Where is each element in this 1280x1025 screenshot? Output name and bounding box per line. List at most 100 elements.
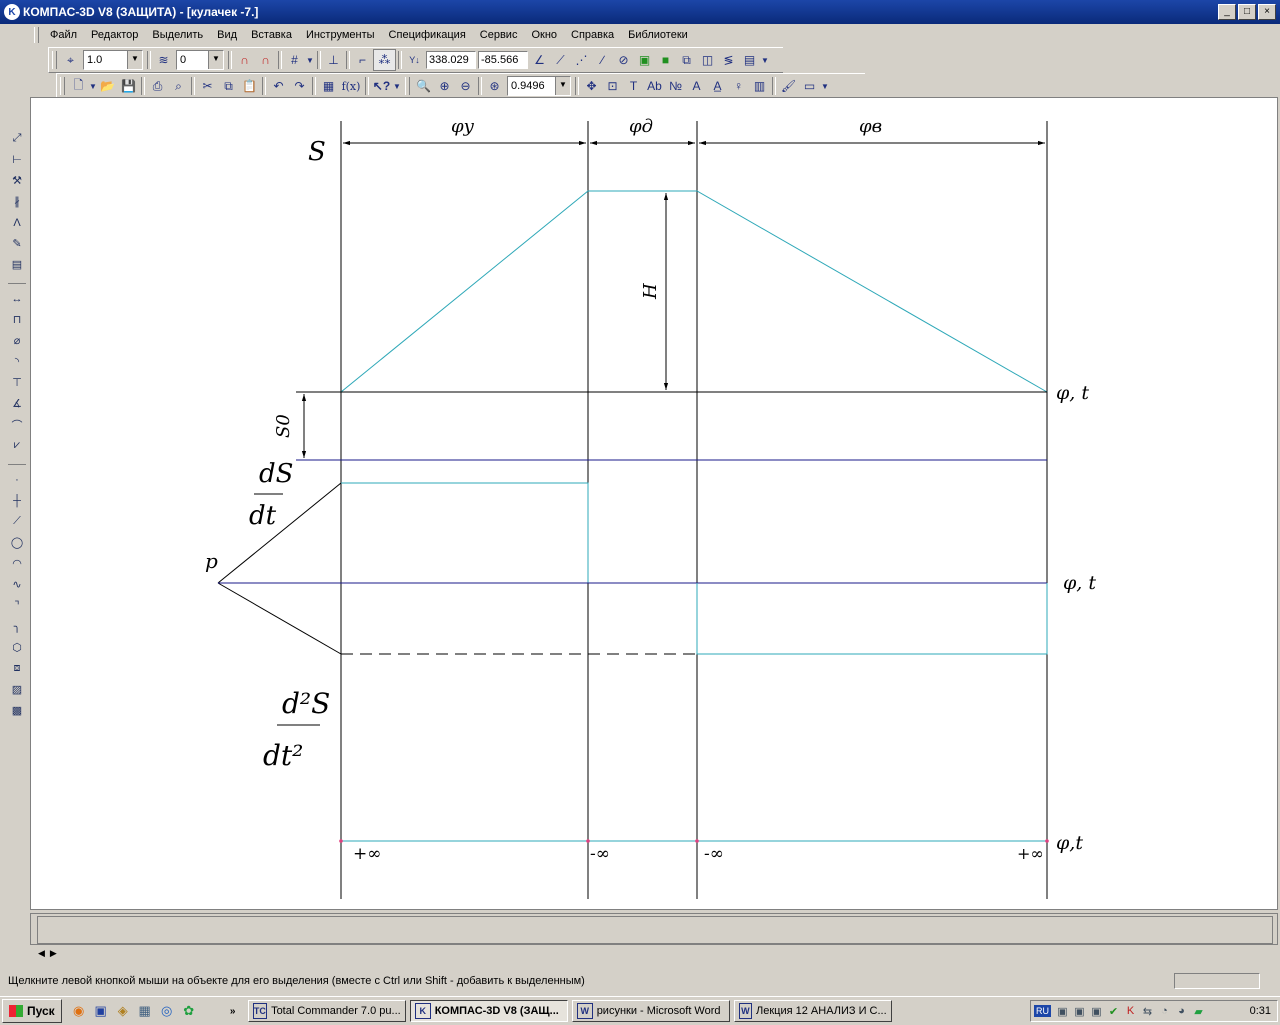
segment-icon[interactable]: ∕	[592, 50, 613, 70]
kompas-app-icon[interactable]: K	[4, 4, 20, 20]
zoom-frame-icon[interactable]: ◫	[697, 50, 718, 70]
point-icon[interactable]: ·	[7, 469, 27, 490]
spline-icon[interactable]: ∿	[7, 574, 27, 595]
tray-app-icon[interactable]: ◕	[1173, 1005, 1190, 1017]
antivirus-icon[interactable]: K	[1122, 1005, 1139, 1017]
tray-check-icon[interactable]: ✔	[1105, 1005, 1122, 1018]
menu-service[interactable]: Сервис	[473, 26, 525, 44]
radius-dim-icon[interactable]: ◝	[7, 351, 27, 372]
text-icon[interactable]: T	[623, 76, 644, 96]
zoom-out-icon[interactable]: ⊖	[455, 76, 476, 96]
font-icon[interactable]: A	[686, 76, 707, 96]
ortho-icon[interactable]: ⌐	[352, 50, 373, 70]
task-word-figures[interactable]: W рисунки - Microsoft Word	[571, 1000, 730, 1022]
start-button[interactable]: Пуск	[2, 999, 62, 1023]
manager-icon[interactable]: ▦	[318, 76, 339, 96]
dimensions-icon[interactable]: ⊢	[7, 149, 27, 170]
coord-y-field[interactable]: -85.566	[478, 51, 528, 69]
hatch-icon[interactable]: ≶	[718, 50, 739, 70]
dotted-line-icon[interactable]: ⋰	[571, 50, 592, 70]
underline-icon[interactable]: A̲	[707, 76, 728, 96]
spec-icon[interactable]: ▤	[7, 254, 27, 275]
toolbar-grip[interactable]	[60, 77, 65, 95]
node-point[interactable]	[339, 839, 343, 843]
tray-app-icon[interactable]: ▣	[1054, 1005, 1071, 1018]
toolbar-grip[interactable]	[52, 51, 57, 69]
line-icon[interactable]: ⟋	[550, 50, 571, 70]
zoom-scale-icon[interactable]: ⊛	[484, 76, 505, 96]
local-snap-icon[interactable]: ∩	[255, 50, 276, 70]
arc-icon[interactable]: ◠	[7, 553, 27, 574]
chamfer-icon[interactable]: ⌝	[7, 595, 27, 616]
language-indicator[interactable]: RU	[1034, 1005, 1051, 1017]
show-all-icon[interactable]: ⊡	[602, 76, 623, 96]
undo-icon[interactable]: ↶	[268, 76, 289, 96]
display-icon[interactable]: ▭	[799, 76, 820, 96]
hatch-icon[interactable]: ▨	[7, 679, 27, 700]
firefox-icon[interactable]: ◉	[68, 1000, 90, 1022]
select-all-icon[interactable]: ■	[655, 50, 676, 70]
paste-icon[interactable]: 📋	[239, 76, 260, 96]
edit-icon[interactable]: ✎	[7, 233, 27, 254]
drawing-svg[interactable]: S φу φд φв H S0 φ, t φ, t φ,t dS dt p d²…	[31, 98, 1277, 909]
brush-icon[interactable]: 🖌	[778, 76, 799, 96]
copy-icon[interactable]: ⧉	[218, 76, 239, 96]
table-icon[interactable]: ▥	[749, 76, 770, 96]
grid-icon[interactable]: #	[284, 50, 305, 70]
toolbar-grip[interactable]	[405, 77, 410, 95]
menu-window[interactable]: Окно	[524, 26, 564, 44]
help-pointer-icon[interactable]: ↖?	[371, 76, 392, 96]
flower-icon[interactable]: ✿	[178, 1000, 200, 1022]
properties-icon[interactable]: ▤	[739, 50, 760, 70]
chevron-down-icon[interactable]: ▼	[820, 76, 830, 96]
local-cs-icon[interactable]: ⊥	[323, 50, 344, 70]
step-icon[interactable]: ⌖	[60, 50, 81, 70]
variables-button[interactable]: f(x)	[339, 76, 363, 96]
menu-libraries[interactable]: Библиотеки	[621, 26, 695, 44]
minimize-button[interactable]: _	[1218, 4, 1236, 20]
segment-icon[interactable]: ⟋	[7, 511, 27, 532]
geometry-icon[interactable]: ⤢	[7, 128, 27, 149]
menu-specification[interactable]: Спецификация	[382, 26, 473, 44]
hammer-icon[interactable]: ⚒	[7, 170, 27, 191]
print-preview-icon[interactable]: ⌕	[168, 76, 189, 96]
menu-select[interactable]: Выделить	[145, 26, 210, 44]
angle-icon[interactable]: ∠	[529, 50, 550, 70]
task-total-commander[interactable]: TC Total Commander 7.0 pu...	[247, 1000, 406, 1022]
node-point[interactable]	[1045, 839, 1049, 843]
browser-icon[interactable]: ◎	[156, 1000, 178, 1022]
layer-combo[interactable]: 0 ▼	[176, 50, 224, 70]
chevron-down-icon[interactable]: ▼	[760, 50, 770, 70]
circle-icon[interactable]: ◯	[7, 532, 27, 553]
layers-icon[interactable]: ≋	[153, 50, 174, 70]
polygon-icon[interactable]: ⬡	[7, 637, 27, 658]
chevron-down-icon[interactable]: ▼	[555, 77, 570, 95]
annotation-icon[interactable]: Ʌ	[7, 212, 27, 233]
angle-dim-icon[interactable]: ∡	[7, 393, 27, 414]
deselect-icon[interactable]: ⧉	[676, 50, 697, 70]
menu-insert[interactable]: Вставка	[244, 26, 299, 44]
chevron-down-icon[interactable]: ▼	[127, 51, 142, 69]
diameter-dim-icon[interactable]: ⌀	[7, 330, 27, 351]
arc-dim-icon[interactable]: ⌒	[7, 414, 27, 435]
chain-dim-icon[interactable]: ⊓	[7, 309, 27, 330]
menu-editor[interactable]: Редактор	[84, 26, 145, 44]
redo-icon[interactable]: ↷	[289, 76, 310, 96]
menu-tools[interactable]: Инструменты	[299, 26, 382, 44]
zoom-window-icon[interactable]: 🔍	[413, 76, 434, 96]
task-kompas[interactable]: K КОМПАС-3D V8 (ЗАЩ...	[409, 1000, 568, 1022]
chevron-down-icon[interactable]: ▼	[208, 51, 223, 69]
pan-icon[interactable]: ✥	[581, 76, 602, 96]
symbols-icon[interactable]: ∦	[7, 191, 27, 212]
network-icon[interactable]: ⇆	[1139, 1005, 1156, 1018]
chevron-down-icon[interactable]: ▼	[305, 50, 315, 70]
roughness-icon[interactable]: ⩗	[7, 435, 27, 456]
menu-help[interactable]: Справка	[564, 26, 621, 44]
node-point[interactable]	[586, 839, 590, 843]
tray-app-icon[interactable]: ▣	[1071, 1005, 1088, 1018]
step-combo[interactable]: 1.0 ▼	[83, 50, 143, 70]
open-icon[interactable]: 📂	[97, 76, 118, 96]
menu-view[interactable]: Вид	[210, 26, 244, 44]
print-icon[interactable]: ⎙	[147, 76, 168, 96]
fill-icon[interactable]: ▩	[7, 700, 27, 721]
